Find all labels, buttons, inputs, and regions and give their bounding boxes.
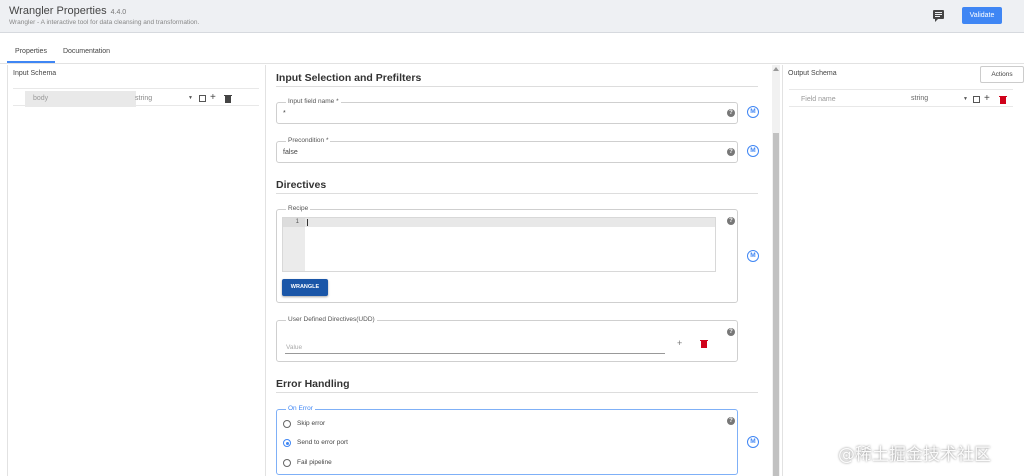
delete-icon[interactable] [224, 95, 232, 103]
macro-icon[interactable]: M [747, 250, 759, 262]
comment-icon[interactable] [933, 10, 944, 22]
chevron-down-icon[interactable]: ▼ [188, 95, 193, 101]
udd-value-input[interactable]: Value [286, 344, 302, 351]
form-scrollbar[interactable] [772, 65, 780, 476]
scrollbar-thumb[interactable] [773, 133, 779, 476]
recipe-label: Recipe [286, 205, 311, 212]
input-schema-title: Input Schema [13, 70, 57, 77]
help-icon[interactable]: ? [727, 109, 735, 117]
output-schema-pane: Output Schema Field name string ▼ + [782, 65, 1024, 476]
editor-cursor [307, 219, 308, 226]
macro-icon[interactable]: M [747, 106, 759, 118]
plugin-title: Wrangler Properties 4.4.0 [9, 5, 126, 17]
nullable-checkbox[interactable] [199, 95, 206, 102]
help-icon[interactable]: ? [727, 328, 735, 336]
on-error-field: On Error Skip error Send to error port F… [276, 405, 738, 475]
macro-icon[interactable]: M [747, 145, 759, 157]
section-input-selection: Input Selection and Prefilters [276, 72, 422, 84]
add-field-icon[interactable]: + [984, 94, 990, 104]
editor-active-line [305, 218, 715, 227]
delete-udd-icon[interactable] [700, 340, 708, 348]
delete-icon[interactable] [999, 96, 1007, 104]
input-schema-pane: Input Schema body string ▼ + [7, 65, 266, 476]
recipe-editor[interactable]: 1 [282, 217, 716, 272]
tab-documentation[interactable]: Documentation [58, 40, 115, 63]
line-number: 1 [283, 218, 305, 227]
output-field-type[interactable]: string [911, 95, 928, 102]
scroll-up-icon[interactable] [773, 67, 779, 71]
watermark-text: @稀土掘金技术社区 [838, 445, 991, 465]
udd-field: User Defined Directives(UDD) Value + ? [276, 316, 738, 362]
plugin-version: 4.4.0 [110, 9, 127, 16]
help-icon[interactable]: ? [727, 217, 735, 225]
input-field-name-label: Input field name * [286, 98, 341, 105]
help-icon[interactable]: ? [727, 148, 735, 156]
radio-skip-error[interactable] [283, 420, 291, 428]
radio-send-to-error-port-label[interactable]: Send to error port [297, 439, 348, 446]
recipe-field: Recipe 1 WRANGLE ? [276, 205, 738, 303]
radio-fail-pipeline-label[interactable]: Fail pipeline [297, 459, 332, 466]
output-schema-title: Output Schema [788, 70, 837, 77]
chevron-down-icon[interactable]: ▼ [963, 96, 968, 102]
radio-skip-error-label[interactable]: Skip error [297, 420, 325, 427]
tab-bar: Properties Documentation [0, 40, 1024, 64]
section-divider [276, 392, 758, 393]
section-directives: Directives [276, 179, 327, 191]
actions-dropdown[interactable]: Actions [980, 66, 1024, 83]
input-field-name-value[interactable]: * [283, 110, 286, 117]
section-error-handling: Error Handling [276, 378, 350, 390]
add-field-icon[interactable]: + [210, 93, 216, 103]
udd-label: User Defined Directives(UDD) [286, 316, 377, 323]
output-field-name[interactable]: Field name [801, 96, 836, 103]
input-field-name[interactable]: body [25, 91, 136, 107]
nullable-checkbox[interactable] [973, 96, 980, 103]
precondition-label: Precondition * [286, 137, 331, 144]
udd-input-underline [285, 353, 665, 354]
radio-send-to-error-port[interactable] [283, 439, 291, 447]
tab-properties[interactable]: Properties [7, 40, 55, 63]
macro-icon[interactable]: M [747, 436, 759, 448]
input-field-name-field[interactable]: Input field name * * ? [276, 98, 738, 124]
plugin-subtitle: Wrangler - A interactive tool for data c… [9, 19, 200, 26]
plugin-title-text: Wrangler Properties [9, 5, 107, 17]
precondition-value[interactable]: false [283, 149, 298, 156]
help-icon[interactable]: ? [727, 417, 735, 425]
radio-fail-pipeline[interactable] [283, 459, 291, 467]
section-divider [276, 86, 758, 87]
validate-button[interactable]: Validate [962, 7, 1002, 24]
app-header: Wrangler Properties 4.4.0 Wrangler - A in… [0, 0, 1024, 33]
add-udd-icon[interactable]: + [677, 338, 682, 348]
on-error-label: On Error [286, 405, 315, 412]
wrangle-button[interactable]: WRANGLE [282, 279, 328, 296]
precondition-field[interactable]: Precondition * false ? [276, 137, 738, 163]
section-divider [276, 193, 758, 194]
input-field-type[interactable]: string [135, 95, 152, 102]
